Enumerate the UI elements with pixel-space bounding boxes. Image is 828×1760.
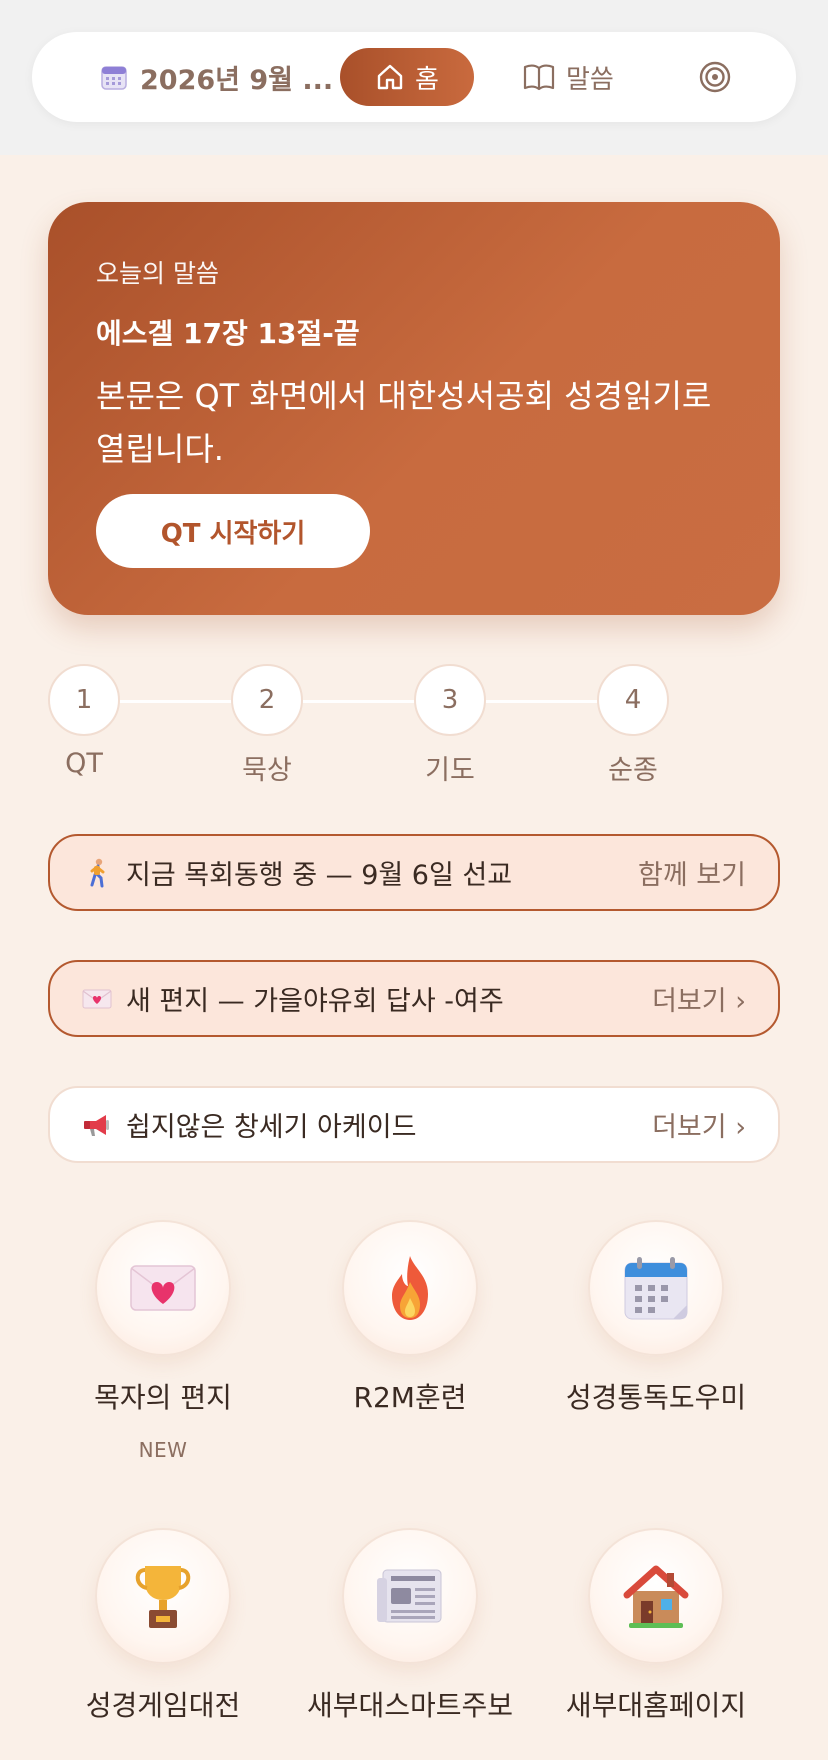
tab-word-label: 말씀	[566, 64, 614, 95]
banner-text: 지금 목회동행 중 — 9월 6일 선교	[126, 860, 513, 891]
tile-label: 새부대스마트주보	[306, 1689, 514, 1722]
fire-icon	[392, 1256, 428, 1320]
book-icon	[523, 64, 555, 91]
new-badge: NEW	[138, 1438, 188, 1462]
step-connector	[120, 700, 231, 703]
walking-person-icon	[82, 858, 112, 888]
step-label: QT	[65, 748, 103, 779]
tile-smart-bulletin[interactable]: 새부대스마트주보	[300, 1528, 520, 1724]
step-label: 묵상	[242, 755, 292, 786]
tile-label: 성경통독도우미	[565, 1381, 747, 1414]
tab-home-label: 홈	[415, 64, 439, 95]
new-letter-banner[interactable]: 새 편지 — 가을야유회 답사 -여주 더보기 ›	[48, 960, 780, 1037]
step-meditation[interactable]: 2 묵상	[231, 664, 303, 786]
step-number: 1	[48, 664, 120, 736]
love-letter-icon	[82, 984, 112, 1014]
tile-label: 성경게임대전	[85, 1689, 241, 1722]
step-connector	[486, 700, 597, 703]
tile-icon-circle	[588, 1220, 724, 1356]
tile-bible-reading-helper[interactable]: 성경통독도우미	[546, 1220, 766, 1416]
scripture-reference: 에스겔 17장 13절-끝	[96, 317, 360, 350]
banner-text: 새 편지 — 가을야유회 답사 -여주	[126, 986, 504, 1017]
qt-steps: 1 QT 2 묵상 3 기도 4 순종	[48, 664, 669, 786]
target-icon	[699, 61, 731, 93]
step-number: 2	[231, 664, 303, 736]
top-navigation: 2026년 9월 ... 홈 말씀	[32, 32, 796, 122]
calendar-icon	[101, 66, 127, 90]
hero-description: 본문은 QT 화면에서 대한성서공회 성경읽기로 열립니다.	[96, 377, 712, 468]
more-link[interactable]: 더보기 ›	[652, 979, 746, 1018]
tile-icon-circle	[95, 1528, 231, 1664]
view-together-link[interactable]: 함께 보기	[638, 853, 746, 892]
start-qt-button[interactable]: QT 시작하기	[96, 494, 370, 568]
step-label: 순종	[608, 755, 658, 786]
tile-church-homepage[interactable]: 새부대홈페이지	[546, 1528, 766, 1724]
tile-icon-circle	[342, 1528, 478, 1664]
step-number: 3	[414, 664, 486, 736]
tile-r2m-training[interactable]: R2M훈련	[300, 1220, 520, 1416]
tab-home[interactable]: 홈	[340, 48, 474, 106]
calendar-icon	[624, 1257, 688, 1320]
house-icon	[623, 1565, 689, 1628]
date-selector[interactable]: 2026년 9월 ...	[100, 32, 333, 122]
step-qt[interactable]: 1 QT	[48, 664, 120, 779]
hero-kicker: 오늘의 말씀	[96, 259, 219, 288]
love-letter-icon	[130, 1265, 196, 1311]
trophy-icon	[135, 1566, 191, 1628]
pastoral-journey-banner[interactable]: 지금 목회동행 중 — 9월 6일 선교 함께 보기	[48, 834, 780, 911]
todays-word-card: 오늘의 말씀 에스겔 17장 13절-끝 본문은 QT 화면에서 대한성서공회 …	[48, 202, 780, 615]
tile-label: R2M훈련	[353, 1381, 467, 1414]
tile-icon-circle	[342, 1220, 478, 1356]
megaphone-icon	[82, 1110, 112, 1140]
announcement-banner[interactable]: 쉽지않은 창세기 아케이드 더보기 ›	[48, 1086, 780, 1163]
step-connector	[303, 700, 414, 703]
tile-label: 새부대홈페이지	[565, 1689, 747, 1722]
newspaper-icon	[377, 1569, 442, 1623]
step-obedience[interactable]: 4 순종	[597, 664, 669, 786]
step-label: 기도	[425, 755, 475, 786]
home-icon	[377, 64, 403, 90]
tile-label: 목자의 편지	[94, 1381, 232, 1414]
date-label: 2026년 9월 ...	[140, 64, 334, 96]
tile-icon-circle	[95, 1220, 231, 1356]
tab-word[interactable]: 말씀	[522, 48, 614, 106]
step-number: 4	[597, 664, 669, 736]
target-button[interactable]	[696, 58, 734, 96]
tile-bible-game[interactable]: 성경게임대전	[53, 1528, 273, 1724]
tile-pastor-letter[interactable]: 목자의 편지 NEW	[53, 1220, 273, 1462]
tile-icon-circle	[588, 1528, 724, 1664]
more-link[interactable]: 더보기 ›	[652, 1105, 746, 1144]
banner-text: 쉽지않은 창세기 아케이드	[126, 1112, 417, 1143]
step-prayer[interactable]: 3 기도	[414, 664, 486, 786]
